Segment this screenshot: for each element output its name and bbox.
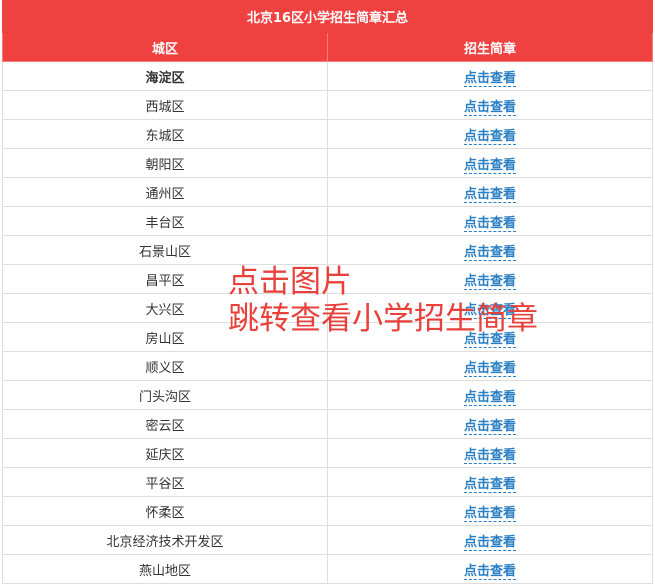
view-brochure-link[interactable]: 点击查看	[463, 331, 516, 348]
district-name: 丰台区	[2, 206, 328, 236]
table-row: 门头沟区 点击查看	[2, 380, 653, 410]
brochure-cell: 点击查看	[327, 496, 653, 526]
table-body: 海淀区 点击查看 西城区 点击查看 东城区 点击查看 朝阳区 点击查看 通州区 点击查看 丰台区 点击…	[2, 61, 653, 584]
column-header-brochure: 招生简章	[327, 32, 653, 62]
view-brochure-link[interactable]: 点击查看	[463, 389, 516, 406]
view-brochure-link[interactable]: 点击查看	[463, 505, 516, 522]
brochure-cell: 点击查看	[327, 90, 653, 120]
view-brochure-link[interactable]: 点击查看	[463, 128, 516, 145]
view-brochure-link[interactable]: 点击查看	[463, 534, 516, 551]
view-brochure-link[interactable]: 点击查看	[463, 70, 516, 87]
view-brochure-link[interactable]: 点击查看	[463, 360, 516, 377]
table-row: 东城区 点击查看	[2, 119, 653, 149]
table-header-row: 城区 招生简章	[2, 32, 653, 62]
view-brochure-link[interactable]: 点击查看	[463, 273, 516, 290]
view-brochure-link[interactable]: 点击查看	[463, 215, 516, 232]
district-name: 昌平区	[2, 264, 328, 294]
view-brochure-link[interactable]: 点击查看	[463, 418, 516, 435]
district-name: 海淀区	[2, 61, 328, 91]
table-row: 密云区 点击查看	[2, 409, 653, 439]
brochure-cell: 点击查看	[327, 61, 653, 91]
brochure-cell: 点击查看	[327, 351, 653, 381]
brochure-cell: 点击查看	[327, 148, 653, 178]
district-name: 西城区	[2, 90, 328, 120]
district-name: 顺义区	[2, 351, 328, 381]
brochure-cell: 点击查看	[327, 322, 653, 352]
table-row: 房山区 点击查看	[2, 322, 653, 352]
brochure-cell: 点击查看	[327, 525, 653, 555]
district-name: 大兴区	[2, 293, 328, 323]
brochure-cell: 点击查看	[327, 438, 653, 468]
table-title-row: 北京16区小学招生简章汇总	[2, 0, 653, 33]
table-row: 石景山区 点击查看	[2, 235, 653, 265]
district-name: 门头沟区	[2, 380, 328, 410]
brochure-cell: 点击查看	[327, 293, 653, 323]
view-brochure-link[interactable]: 点击查看	[463, 302, 516, 319]
table-row: 顺义区 点击查看	[2, 351, 653, 381]
brochure-cell: 点击查看	[327, 206, 653, 236]
district-name: 北京经济技术开发区	[2, 525, 328, 555]
view-brochure-link[interactable]: 点击查看	[463, 447, 516, 464]
view-brochure-link[interactable]: 点击查看	[463, 244, 516, 261]
column-header-city: 城区	[2, 32, 328, 62]
brochure-cell: 点击查看	[327, 235, 653, 265]
view-brochure-link[interactable]: 点击查看	[463, 476, 516, 493]
brochure-cell: 点击查看	[327, 177, 653, 207]
table-row: 燕山地区 点击查看	[2, 554, 653, 584]
table-row: 平谷区 点击查看	[2, 467, 653, 497]
district-name: 延庆区	[2, 438, 328, 468]
brochure-cell: 点击查看	[327, 467, 653, 497]
brochure-cell: 点击查看	[327, 264, 653, 294]
district-name: 通州区	[2, 177, 328, 207]
table-row: 北京经济技术开发区 点击查看	[2, 525, 653, 555]
district-name: 朝阳区	[2, 148, 328, 178]
table-row: 通州区 点击查看	[2, 177, 653, 207]
brochure-table-container: 北京16区小学招生简章汇总 城区 招生简章 海淀区 点击查看 西城区 点击查看 东城区点…	[2, 0, 653, 584]
brochure-cell: 点击查看	[327, 409, 653, 439]
brochure-cell: 点击查看	[327, 554, 653, 584]
brochure-table: 北京16区小学招生简章汇总 城区 招生简章 海淀区 点击查看 西城区 点击查看 东城区点…	[2, 0, 653, 584]
district-name: 东城区	[2, 119, 328, 149]
district-name: 密云区	[2, 409, 328, 439]
brochure-cell: 点击查看	[327, 119, 653, 149]
table-row: 朝阳区 点击查看	[2, 148, 653, 178]
view-brochure-link[interactable]: 点击查看	[463, 157, 516, 174]
view-brochure-link[interactable]: 点击查看	[463, 563, 516, 580]
view-brochure-link[interactable]: 点击查看	[463, 186, 516, 203]
district-name: 燕山地区	[2, 554, 328, 584]
table-row: 怀柔区 点击查看	[2, 496, 653, 526]
view-brochure-link[interactable]: 点击查看	[463, 99, 516, 116]
table-row: 丰台区 点击查看	[2, 206, 653, 236]
district-name: 房山区	[2, 322, 328, 352]
district-name: 石景山区	[2, 235, 328, 265]
table-title: 北京16区小学招生简章汇总	[2, 0, 653, 33]
table-row: 延庆区 点击查看	[2, 438, 653, 468]
table-row: 大兴区 点击查看	[2, 293, 653, 323]
table-row: 西城区 点击查看	[2, 90, 653, 120]
district-name: 怀柔区	[2, 496, 328, 526]
table-row: 海淀区 点击查看	[2, 61, 653, 91]
table-row: 昌平区 点击查看	[2, 264, 653, 294]
district-name: 平谷区	[2, 467, 328, 497]
brochure-cell: 点击查看	[327, 380, 653, 410]
